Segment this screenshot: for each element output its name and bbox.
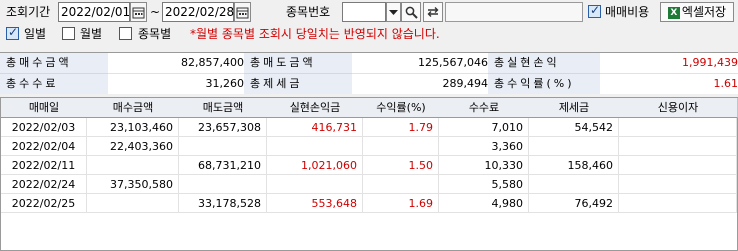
chevron-down-icon [389, 10, 398, 15]
column-header-credit-interest[interactable]: 신용이자 [619, 98, 738, 118]
table-cell-realized-pnl[interactable] [267, 175, 363, 194]
excel-save-button[interactable]: X 엑셀저장 [660, 2, 734, 22]
table-cell-sell-amount[interactable] [179, 137, 267, 156]
table-cell-credit-interest[interactable] [619, 118, 737, 137]
summary-panel: 총매수금액 82,857,400 총매도금액 125,567,046 총실현손익… [0, 52, 738, 94]
table-cell-fee[interactable]: 4,980 [439, 194, 529, 213]
date-to-calendar-button[interactable] [234, 2, 251, 22]
total-sell-amount-label: 총매도금액 [244, 53, 358, 73]
search-button[interactable] [401, 2, 421, 22]
date-from-input[interactable]: 2022/02/01 [58, 2, 130, 22]
table-cell-sell-amount[interactable]: 23,657,308 [179, 118, 267, 137]
table-cell-tax[interactable]: 54,542 [529, 118, 619, 137]
table-cell-realized-pnl[interactable]: 1,021,060 [267, 156, 363, 175]
total-buy-amount-label: 총매수금액 [0, 53, 114, 73]
swap-arrows-icon [427, 7, 439, 17]
total-fee-label: 총수수료 [0, 73, 114, 94]
table-cell-tax[interactable] [529, 175, 619, 194]
date-range-separator: ~ [150, 5, 161, 19]
table-cell-fee[interactable]: 5,580 [439, 175, 529, 194]
table-cell-credit-interest[interactable] [619, 175, 737, 194]
notice-text: *월별 종목별 조회시 당일치는 반영되지 않습니다. [190, 27, 440, 41]
stock-code-input[interactable] [342, 2, 386, 22]
table-cell-sell-amount[interactable]: 33,178,528 [179, 194, 267, 213]
table-cell-realized-pnl[interactable]: 553,648 [267, 194, 363, 213]
search-icon [405, 6, 418, 19]
table-cell-buy-amount[interactable] [87, 194, 179, 213]
table-cell-buy-amount[interactable]: 22,403,360 [87, 137, 179, 156]
column-header-return-rate[interactable]: 수익률(%) [363, 98, 440, 118]
total-fee-value: 31,260 [108, 73, 248, 94]
table-cell-buy-amount[interactable]: 23,103,460 [87, 118, 179, 137]
daily-label: 일별 [24, 27, 47, 41]
date-from-calendar-button[interactable] [130, 2, 147, 22]
table-cell-fee[interactable]: 7,010 [439, 118, 529, 137]
table-cell-date[interactable]: 2022/02/04 [1, 137, 87, 156]
total-return-rate-label: 총수익률(%) [488, 73, 606, 94]
table-cell-tax[interactable]: 76,492 [529, 194, 619, 213]
table-cell-credit-interest[interactable] [619, 156, 737, 175]
total-tax-label: 총제세금 [244, 73, 358, 94]
column-header-sell-amount[interactable]: 매도금액 [179, 98, 268, 118]
calendar-icon [132, 7, 145, 19]
table-cell-sell-amount[interactable]: 68,731,210 [179, 156, 267, 175]
table-cell-return-rate[interactable]: 1.50 [363, 156, 439, 175]
excel-save-label: 엑셀저장 [681, 5, 727, 19]
table-cell-return-rate[interactable] [363, 175, 439, 194]
table-cell-fee[interactable]: 3,360 [439, 137, 529, 156]
column-header-buy-amount[interactable]: 매수금액 [87, 98, 180, 118]
table-cell-buy-amount[interactable] [87, 156, 179, 175]
total-tax-value: 289,494 [352, 73, 492, 94]
total-sell-amount-value: 125,567,046 [352, 53, 492, 73]
table-cell-buy-amount[interactable]: 37,350,580 [87, 175, 179, 194]
column-header-tax[interactable]: 제세금 [529, 98, 620, 118]
total-realized-value: 1,991,439 [600, 53, 738, 73]
total-return-rate-value: 1.61 [600, 73, 738, 94]
refresh-button[interactable] [423, 2, 443, 22]
excel-icon: X [667, 6, 680, 19]
date-to-input[interactable]: 2022/02/28 [162, 2, 234, 22]
stock-code-label: 종목번호 [286, 5, 331, 19]
total-buy-amount-value: 82,857,400 [108, 53, 248, 73]
monthly-label: 월별 [80, 27, 103, 41]
table-cell-sell-amount[interactable] [179, 175, 267, 194]
table-cell-realized-pnl[interactable] [267, 137, 363, 156]
stock-code-dropdown-button[interactable] [386, 2, 401, 22]
table-cell-date[interactable]: 2022/02/11 [1, 156, 87, 175]
trade-fee-checkbox[interactable] [588, 3, 601, 18]
table-cell-return-rate[interactable]: 1.79 [363, 118, 439, 137]
column-header-realized-pnl[interactable]: 실현손익금 [267, 98, 364, 118]
stock-name-display [445, 2, 583, 22]
monthly-checkbox[interactable] [62, 27, 75, 40]
table-cell-date[interactable]: 2022/02/25 [1, 194, 87, 213]
calendar-icon [236, 7, 249, 19]
column-header-fee[interactable]: 수수료 [439, 98, 530, 118]
total-realized-label: 총실현손익 [488, 53, 606, 73]
table-cell-return-rate[interactable]: 1.69 [363, 194, 439, 213]
table-cell-date[interactable]: 2022/02/03 [1, 118, 87, 137]
table-cell-return-rate[interactable] [363, 137, 439, 156]
daily-checkbox[interactable] [6, 25, 19, 40]
table-cell-credit-interest[interactable] [619, 137, 737, 156]
table-cell-realized-pnl[interactable]: 416,731 [267, 118, 363, 137]
period-label: 조회기간 [6, 5, 51, 19]
table-cell-tax[interactable] [529, 137, 619, 156]
by-stock-checkbox[interactable] [119, 27, 132, 40]
table-cell-credit-interest[interactable] [619, 194, 737, 213]
by-stock-label: 종목별 [138, 27, 172, 41]
column-header-date[interactable]: 매매일 [1, 98, 88, 118]
daily-trade-table[interactable]: 매매일 매수금액 매도금액 실현손익금 수익률(%) 수수료 제세금 신용이자 2022/02/… [0, 97, 738, 251]
table-cell-fee[interactable]: 10,330 [439, 156, 529, 175]
table-cell-date[interactable]: 2022/02/24 [1, 175, 87, 194]
trade-fee-label: 매매비용 [605, 5, 650, 19]
table-cell-tax[interactable]: 158,460 [529, 156, 619, 175]
